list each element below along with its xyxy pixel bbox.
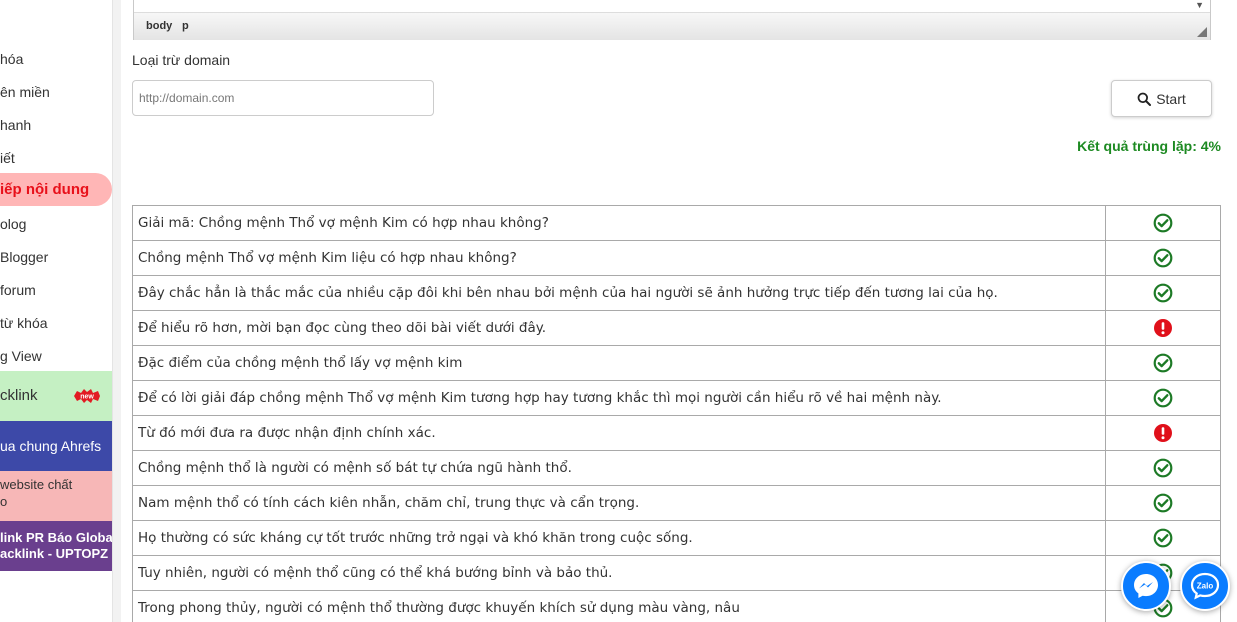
- sidebar-item-label: Blogger: [0, 249, 49, 265]
- check-circle-icon: [1153, 388, 1173, 408]
- table-row: Chồng mệnh thổ là người có mệnh số bát t…: [132, 450, 1221, 486]
- exclude-domain-label: Loại trừ domain: [132, 52, 231, 68]
- sentence-status: [1105, 345, 1221, 381]
- sidebar-item-label: cklink: [0, 387, 38, 404]
- sidebar: hóa ên miền hanh iết iếp nội dung olog B…: [0, 0, 113, 622]
- sidebar-item-label: ên miền: [0, 84, 50, 100]
- check-circle-icon: [1153, 213, 1173, 233]
- sidebar-item-label: link PR Báo Global: [0, 530, 112, 545]
- sidebar-item-view[interactable]: g View: [0, 340, 112, 373]
- sidebar-item-label: từ khóa: [0, 315, 48, 331]
- sentence-status: [1105, 415, 1221, 451]
- duplicate-result: Kết quả trùng lặp: 4%: [1077, 138, 1221, 154]
- domain-input[interactable]: [132, 80, 434, 116]
- sidebar-item-forum[interactable]: forum: [0, 274, 112, 307]
- sidebar-item-label: iếp nội dung: [0, 181, 90, 198]
- check-circle-icon: [1153, 493, 1173, 513]
- sentence-text: Chồng mệnh Thổ vợ mệnh Kim liệu có hợp n…: [132, 240, 1106, 276]
- check-circle-icon: [1153, 248, 1173, 268]
- sentence-text: Đặc điểm của chồng mệnh thổ lấy vợ mệnh …: [132, 345, 1106, 381]
- sentence-status: [1105, 275, 1221, 311]
- sidebar-item-label: hanh: [0, 117, 32, 133]
- table-row: Để có lời giải đáp chồng mệnh Thổ vợ mện…: [132, 380, 1221, 416]
- sidebar-item-blogger[interactable]: Blogger: [0, 241, 112, 274]
- table-row: Nam mệnh thổ có tính cách kiên nhẫn, chă…: [132, 485, 1221, 521]
- sidebar-item-blog[interactable]: olog: [0, 208, 112, 241]
- main-panel: ▼ body p Loại trừ domain Start Kết quả t…: [121, 0, 1237, 622]
- resize-handle-icon[interactable]: [1197, 27, 1207, 37]
- table-row: Trong phong thủy, người có mệnh thổ thườ…: [132, 590, 1221, 622]
- svg-text:Zalo: Zalo: [1197, 582, 1214, 591]
- table-row: Đặc điểm của chồng mệnh thổ lấy vợ mệnh …: [132, 345, 1221, 381]
- sidebar-item-label: hóa: [0, 51, 24, 67]
- sidebar-item-quick[interactable]: hanh: [0, 109, 112, 142]
- sentence-status: [1105, 240, 1221, 276]
- sentence-text: Từ đó mới đưa ra được nhận định chính xá…: [132, 415, 1106, 451]
- search-icon: [1137, 92, 1152, 106]
- sentence-text: Chồng mệnh thổ là người có mệnh số bát t…: [132, 450, 1106, 486]
- sentence-status: [1105, 380, 1221, 416]
- sidebar-item-keyword[interactable]: hóa: [0, 43, 112, 76]
- sidebar-item-article[interactable]: iết: [0, 142, 112, 175]
- table-row: Tuy nhiên, người có mệnh thổ cũng có thể…: [132, 555, 1221, 591]
- element-path-bar: body p: [134, 13, 1210, 40]
- check-circle-icon: [1153, 458, 1173, 478]
- sidebar-item-label: o: [0, 493, 8, 509]
- check-circle-icon: [1153, 283, 1173, 303]
- table-row: Họ thường có sức kháng cự tốt trước nhữn…: [132, 520, 1221, 556]
- sidebar-item-label: g View: [0, 348, 42, 364]
- editor-scroll-row[interactable]: ▼: [134, 0, 1210, 13]
- sentence-status: [1105, 450, 1221, 486]
- chevron-down-icon[interactable]: ▼: [1195, 0, 1204, 10]
- editor-statusbar: ▼ body p: [133, 0, 1211, 40]
- sidebar-item-label: forum: [0, 282, 36, 298]
- sidebar-item-keywords[interactable]: từ khóa: [0, 307, 112, 340]
- duplicate-alert-icon: [1154, 424, 1172, 442]
- zalo-icon: Zalo: [1190, 572, 1220, 600]
- sidebar-item-label: acklink - UPTOPZ: [0, 545, 109, 561]
- zalo-button[interactable]: Zalo: [1180, 561, 1230, 611]
- table-row: Chồng mệnh Thổ vợ mệnh Kim liệu có hợp n…: [132, 240, 1221, 276]
- sentence-text: Họ thường có sức kháng cự tốt trước nhữn…: [132, 520, 1106, 556]
- table-row: Đây chắc hẳn là thắc mắc của nhiều cặp đ…: [132, 275, 1221, 311]
- table-row: Giải mã: Chồng mệnh Thổ vợ mệnh Kim có h…: [132, 205, 1221, 241]
- sidebar-item-website[interactable]: website chất o: [0, 471, 112, 521]
- new-badge-icon: new: [74, 389, 100, 403]
- sidebar-item-ahrefs[interactable]: ua chung Ahrefs: [0, 421, 112, 471]
- path-p[interactable]: p: [182, 20, 189, 32]
- messenger-button[interactable]: [1121, 561, 1171, 611]
- sidebar-item-content-check[interactable]: iếp nội dung: [0, 173, 112, 206]
- sentence-text: Đây chắc hẳn là thắc mắc của nhiều cặp đ…: [132, 275, 1106, 311]
- sidebar-item-domain[interactable]: ên miền: [0, 76, 112, 109]
- sentence-status: [1105, 485, 1221, 521]
- start-label: Start: [1156, 90, 1186, 107]
- path-body[interactable]: body: [146, 20, 172, 32]
- duplicate-alert-icon: [1154, 319, 1172, 337]
- table-row: Để hiểu rõ hơn, mời bạn đọc cùng theo dõ…: [132, 310, 1221, 346]
- check-circle-icon: [1153, 353, 1173, 373]
- sentence-text: Để có lời giải đáp chồng mệnh Thổ vợ mện…: [132, 380, 1106, 416]
- start-button[interactable]: Start: [1111, 80, 1212, 117]
- sentence-text: Tuy nhiên, người có mệnh thổ cũng có thể…: [132, 555, 1106, 591]
- sentence-text: Giải mã: Chồng mệnh Thổ vợ mệnh Kim có h…: [132, 205, 1106, 241]
- sentence-status: [1105, 310, 1221, 346]
- check-circle-icon: [1153, 528, 1173, 548]
- sidebar-item-label: ua chung Ahrefs: [0, 438, 102, 454]
- sidebar-item-pr[interactable]: link PR Báo Global acklink - UPTOPZ: [0, 521, 112, 571]
- page: hóa ên miền hanh iết iếp nội dung olog B…: [0, 0, 1237, 622]
- sentence-table: Giải mã: Chồng mệnh Thổ vợ mệnh Kim có h…: [132, 205, 1221, 622]
- sentence-status: [1105, 205, 1221, 241]
- sidebar-item-backlink[interactable]: cklink new: [0, 371, 112, 421]
- table-row: Từ đó mới đưa ra được nhận định chính xá…: [132, 415, 1221, 451]
- sidebar-item-label: iết: [0, 150, 15, 166]
- messenger-icon: [1134, 574, 1158, 598]
- sentence-status: [1105, 520, 1221, 556]
- svg-text:new: new: [80, 394, 94, 401]
- sentence-text: Trong phong thủy, người có mệnh thổ thườ…: [132, 590, 1106, 622]
- sidebar-item-label: olog: [0, 216, 27, 232]
- sentence-text: Nam mệnh thổ có tính cách kiên nhẫn, chă…: [132, 485, 1106, 521]
- sidebar-item-label: website chất: [0, 477, 73, 492]
- sentence-text: Để hiểu rõ hơn, mời bạn đọc cùng theo dõ…: [132, 310, 1106, 346]
